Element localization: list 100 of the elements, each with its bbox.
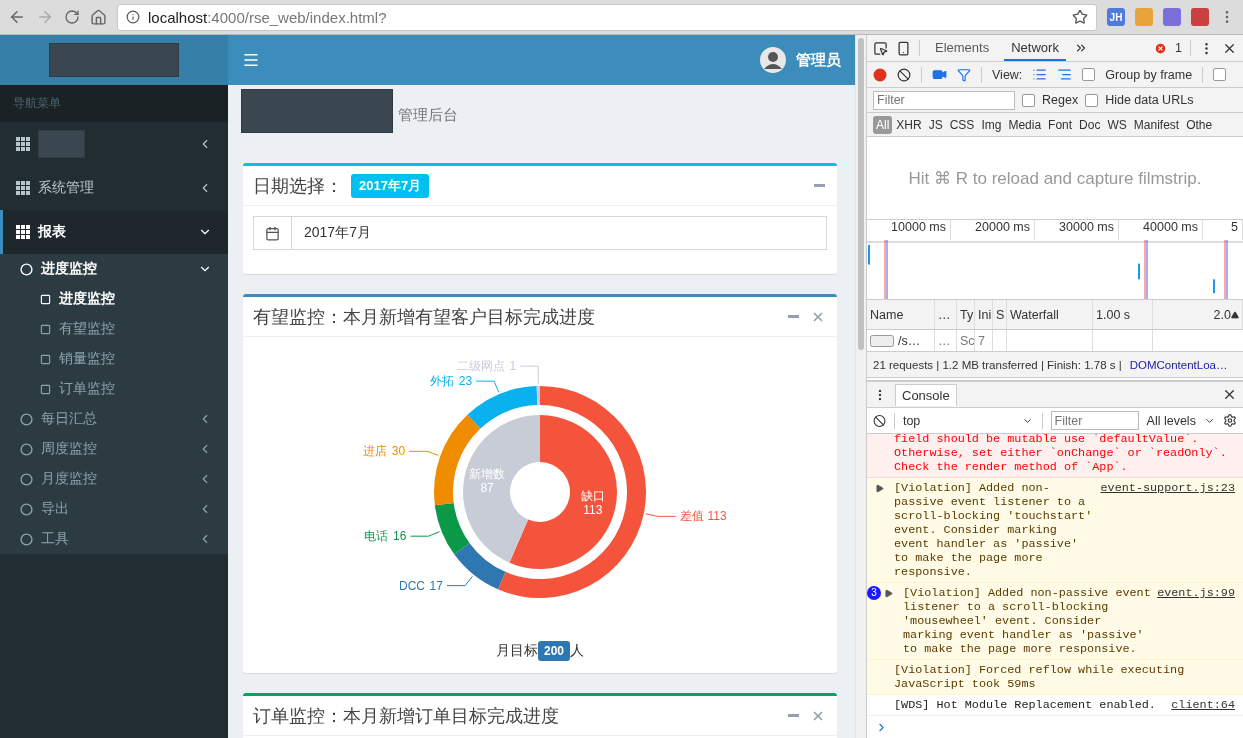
checkbox[interactable]: [1085, 93, 1099, 107]
scrollbar[interactable]: [855, 35, 866, 738]
type-filter[interactable]: JS: [925, 115, 946, 134]
page-subtitle: 管理后台: [398, 106, 458, 125]
chart-label: DCC: [398, 578, 425, 593]
table-cell: 7: [975, 330, 993, 351]
extension-icon[interactable]: JH: [1107, 8, 1125, 26]
devtools-tab[interactable]: Elements: [928, 35, 997, 61]
column-header[interactable]: 2.0: [1153, 300, 1243, 329]
panel-title: 订单监控：本月新增订单目标完成进度: [253, 704, 559, 728]
type-filter[interactable]: Img: [978, 115, 1005, 134]
error-count[interactable]: 1: [1175, 41, 1182, 55]
type-filter[interactable]: WS: [1104, 115, 1130, 134]
square-icon: [40, 293, 51, 305]
sort-icon: [1231, 310, 1239, 319]
sidebar-item[interactable]: 系统管理: [0, 166, 228, 210]
column-header[interactable]: Ini: [975, 300, 993, 329]
slice-label: 缺口 113: [580, 488, 605, 517]
checkbox-label: Group by frame: [1105, 67, 1193, 82]
leader-line: [446, 575, 473, 587]
chart-label: 进店: [363, 444, 388, 459]
expand-icon[interactable]: [875, 483, 884, 493]
type-filter[interactable]: Media: [1005, 115, 1045, 134]
sidebar-subitem[interactable]: 每日汇总: [0, 404, 228, 434]
sidebar-subitem[interactable]: 有望监控: [0, 314, 228, 344]
levels-select[interactable]: All levels: [1146, 413, 1196, 428]
status-text: 21 requests | 1.2 MB transferred | Finish: 1.78 s |: [873, 358, 1122, 371]
clear-icon[interactable]: [897, 67, 911, 82]
sidebar-subitem[interactable]: 销量监控: [0, 344, 228, 374]
inspect-icon[interactable]: [873, 40, 888, 56]
filter-icon[interactable]: [957, 67, 971, 82]
column-header[interactable]: S: [993, 300, 1007, 329]
timeline-tick: 40000 ms: [1119, 220, 1203, 240]
checkbox[interactable]: [1082, 68, 1096, 81]
back-icon[interactable]: [8, 8, 26, 26]
column-header[interactable]: Waterfall: [1007, 300, 1093, 329]
column-header[interactable]: Name: [867, 300, 935, 329]
grid-icon: [16, 181, 30, 195]
circle-icon: [20, 442, 33, 456]
context-select[interactable]: top: [902, 413, 1015, 428]
sidebar-subitem[interactable]: 订单监控: [0, 374, 228, 404]
sidebar-item[interactable]: 报表: [0, 210, 228, 254]
column-header[interactable]: Ty: [957, 300, 975, 329]
sidebar-subitem[interactable]: 导出: [0, 494, 228, 524]
close-icon[interactable]: [1222, 387, 1237, 402]
reload-icon[interactable]: [64, 9, 80, 25]
grid-icon: [16, 225, 30, 239]
status-link[interactable]: DOMContentLoa…: [1129, 358, 1228, 371]
waterfall-view-icon[interactable]: [1057, 67, 1073, 82]
footer-label: 月目标: [496, 642, 538, 660]
minus-icon: [788, 714, 799, 717]
sidebar-subitem[interactable]: 进度监控: [0, 284, 228, 314]
type-filter[interactable]: Doc: [1076, 115, 1104, 134]
type-filter[interactable]: Othe: [1183, 115, 1216, 134]
checkbox[interactable]: [1213, 68, 1227, 81]
chart-label: 外拓: [430, 374, 455, 389]
type-filter[interactable]: Manifest: [1130, 115, 1183, 134]
timeline-tick: 30000 ms: [1035, 220, 1119, 240]
source-link[interactable]: event-support.js:23: [1100, 481, 1235, 495]
expand-icon[interactable]: [884, 588, 893, 598]
square-icon: [40, 383, 51, 395]
minus-icon: [788, 315, 799, 318]
device-icon[interactable]: [896, 40, 911, 56]
sidebar-subitem[interactable]: 工具: [0, 524, 228, 554]
leader-line: [408, 450, 439, 456]
settings-icon[interactable]: [1223, 413, 1237, 428]
clear-icon[interactable]: [873, 413, 886, 428]
square-icon: [40, 353, 51, 365]
record-icon[interactable]: [873, 67, 887, 82]
circle-icon: [20, 472, 33, 486]
footer-unit: 人: [570, 642, 584, 660]
sidebar-subitem[interactable]: 周度监控: [0, 434, 228, 464]
type-filter[interactable]: XHR: [893, 115, 925, 134]
column-header[interactable]: 1.00 s: [1093, 300, 1153, 329]
message-text: [WDS] Hot Module Replacement enabled.: [894, 698, 1157, 712]
column-header[interactable]: …: [935, 300, 957, 329]
filter-input[interactable]: Filter: [873, 90, 1015, 110]
checkbox[interactable]: [1022, 93, 1035, 107]
type-filter[interactable]: CSS: [946, 115, 978, 134]
timeline-tick: 10000 ms: [867, 220, 951, 240]
filter-input[interactable]: Filter: [1050, 411, 1139, 430]
source-link[interactable]: event.js:99: [1157, 586, 1235, 600]
message-text: field should be mutable use `defaultValue`. Otherwise, set either `onChange` or `readOnly`. Check the render method of `App`.: [894, 434, 1228, 474]
table-cell: Sc: [957, 330, 975, 351]
bookmark-star-icon[interactable]: [1072, 9, 1088, 25]
nav-header: 导航菜单: [0, 85, 228, 122]
circle-icon: [20, 532, 33, 546]
minus-icon: [814, 184, 825, 187]
type-filter[interactable]: Font: [1045, 115, 1076, 134]
sidebar-subitem[interactable]: 进度监控: [0, 254, 228, 284]
user-name[interactable]: 管理员: [796, 50, 841, 70]
home-icon[interactable]: [90, 8, 107, 26]
list-view-icon[interactable]: [1032, 67, 1048, 82]
view-label: View:: [992, 67, 1023, 82]
console-tab[interactable]: Console: [895, 383, 957, 406]
square-icon: [40, 323, 51, 335]
source-link[interactable]: client:64: [1171, 698, 1235, 712]
camera-icon[interactable]: [932, 67, 947, 82]
url-field[interactable]: localhost:4000/rse_web/index.html?: [117, 3, 1097, 31]
sidebar-subitem[interactable]: 月度监控: [0, 464, 228, 494]
